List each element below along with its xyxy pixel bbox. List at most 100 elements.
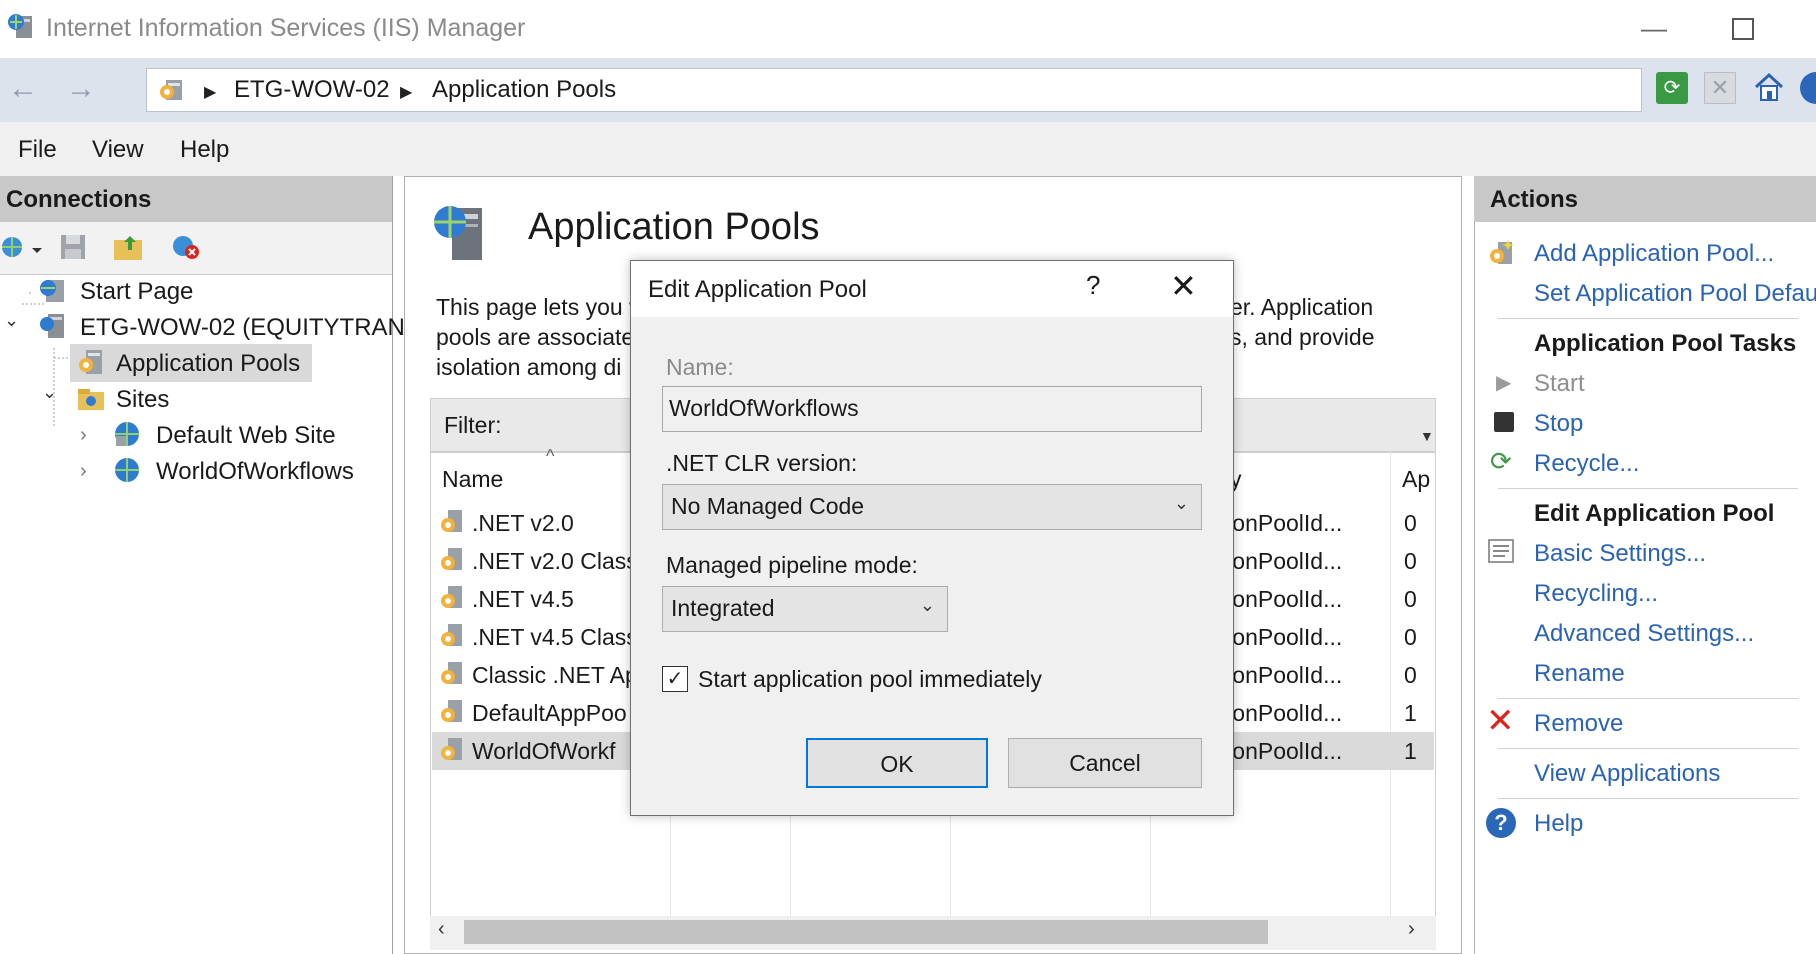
- ok-button[interactable]: OK: [806, 738, 988, 788]
- cell-pool-name: .NET v2.0: [472, 510, 574, 536]
- pipeline-mode-value: Integrated: [671, 595, 775, 621]
- website-icon: [115, 422, 139, 446]
- connect-globe-icon[interactable]: [0, 232, 44, 262]
- help-link[interactable]: Help: [1534, 810, 1583, 838]
- start-icon: ▶: [1496, 372, 1512, 394]
- refresh-icon[interactable]: ⟳: [1656, 72, 1688, 104]
- minimize-button[interactable]: —: [1634, 10, 1674, 46]
- forward-arrow-icon[interactable]: →: [66, 72, 96, 106]
- tree-item-server[interactable]: ETG-WOW-02 (EQUITYTRANS: [80, 314, 421, 342]
- recycle-link[interactable]: Recycle...: [1534, 450, 1639, 478]
- maximize-button[interactable]: [1722, 10, 1762, 46]
- breadcrumb-separator: ▶: [204, 84, 217, 101]
- actions-divider: [1498, 488, 1798, 489]
- dialog-help-button[interactable]: ?: [1086, 270, 1100, 301]
- menu-bar: [0, 122, 1816, 176]
- stop-link[interactable]: Stop: [1534, 410, 1583, 438]
- view-applications-link[interactable]: View Applications: [1534, 760, 1720, 788]
- recycling-link[interactable]: Recycling...: [1534, 580, 1658, 608]
- chevron-right-icon[interactable]: ›: [80, 424, 87, 447]
- basic-settings-icon: [1488, 539, 1514, 563]
- clr-version-value: No Managed Code: [671, 493, 865, 519]
- app-pools-icon: [79, 350, 102, 374]
- scrollbar-thumb[interactable]: [464, 920, 1268, 944]
- start-link[interactable]: Start: [1534, 370, 1585, 398]
- iis-app-icon: [8, 14, 32, 38]
- rename-link[interactable]: Rename: [1534, 660, 1625, 688]
- home-icon[interactable]: [1752, 70, 1786, 104]
- help-circle-icon: ?: [1486, 808, 1516, 838]
- server-icon: [40, 314, 64, 338]
- actions-title: Actions: [1490, 186, 1579, 213]
- column-header-name[interactable]: Name: [442, 466, 503, 493]
- tree-item-default-web-site[interactable]: Default Web Site: [156, 422, 336, 450]
- pool-name-field[interactable]: WorldOfWorkflows: [662, 386, 1202, 432]
- cell-pool-name: DefaultAppPoo: [472, 700, 627, 726]
- website-icon: [115, 458, 139, 482]
- remove-link[interactable]: Remove: [1534, 710, 1623, 738]
- start-immediately-checkbox[interactable]: ✓: [662, 666, 688, 692]
- actions-divider: [1498, 798, 1798, 799]
- scroll-right-icon[interactable]: ›: [1408, 918, 1415, 941]
- chevron-down-icon: ⌄: [919, 595, 935, 615]
- connections-title: Connections: [6, 186, 152, 213]
- cell-pool-name: .NET v2.0 Class: [472, 548, 638, 574]
- folder-up-icon[interactable]: [112, 232, 146, 262]
- window-title: Internet Information Services (IIS) Mana…: [46, 14, 526, 42]
- add-app-pool-icon: [1490, 240, 1514, 264]
- remove-x-icon: ✕: [1486, 702, 1515, 740]
- menu-help[interactable]: Help: [180, 136, 229, 164]
- filter-dropdown-icon[interactable]: ▼: [1420, 428, 1434, 444]
- page-title: Application Pools: [528, 206, 820, 248]
- tree-item-application-pools[interactable]: Application Pools: [116, 350, 300, 378]
- tree-item-start-page[interactable]: Start Page: [80, 278, 193, 306]
- app-pool-row-icon: [438, 508, 468, 536]
- cell-pool-name: .NET v4.5: [472, 586, 574, 612]
- pipeline-mode-select[interactable]: Integrated ⌄: [662, 586, 948, 632]
- edit-app-pool-dialog: [630, 260, 1234, 816]
- chevron-down-icon[interactable]: ⌄: [4, 310, 19, 331]
- back-arrow-icon[interactable]: ←: [8, 72, 38, 106]
- cell-applications: 0: [1404, 662, 1417, 688]
- dialog-title: Edit Application Pool: [648, 276, 867, 303]
- cell-applications: 1: [1404, 700, 1417, 726]
- dialog-close-button[interactable]: ✕: [1170, 270, 1197, 302]
- cell-pool-name: Classic .NET Ap: [472, 662, 638, 688]
- clr-version-select[interactable]: No Managed Code ⌄: [662, 484, 1202, 530]
- app-pool-row-icon: [438, 698, 468, 726]
- breadcrumb-app-pools[interactable]: Application Pools: [432, 76, 616, 104]
- actions-divider: [1498, 318, 1798, 319]
- filter-label: Filter:: [444, 412, 502, 438]
- basic-settings-link[interactable]: Basic Settings...: [1534, 540, 1706, 568]
- cell-applications: 0: [1404, 548, 1417, 574]
- chevron-down-icon: ⌄: [1173, 493, 1189, 513]
- start-immediately-label: Start application pool immediately: [698, 666, 1042, 692]
- menu-view[interactable]: View: [92, 136, 144, 164]
- edit-pool-heading: Edit Application Pool: [1534, 500, 1775, 527]
- set-pool-defaults-link[interactable]: Set Application Pool Defau: [1534, 280, 1816, 308]
- actions-divider: [1498, 698, 1798, 699]
- sort-ascending-icon: ^: [546, 446, 555, 466]
- app-pool-row-icon: [438, 584, 468, 612]
- cell-applications: 0: [1404, 510, 1417, 536]
- column-header-applications[interactable]: Ap: [1402, 466, 1430, 493]
- start-page-icon: [40, 280, 64, 302]
- cancel-button[interactable]: Cancel: [1008, 738, 1202, 788]
- cell-applications: 1: [1404, 738, 1417, 764]
- pipeline-mode-label: Managed pipeline mode:: [666, 552, 918, 578]
- tree-item-worldofworkflows[interactable]: WorldOfWorkflows: [156, 458, 354, 486]
- tree-item-sites[interactable]: Sites: [116, 386, 169, 414]
- disconnect-icon[interactable]: [170, 232, 202, 262]
- menu-file[interactable]: File: [18, 136, 57, 164]
- scroll-left-icon[interactable]: ‹: [438, 918, 445, 941]
- name-label: Name:: [666, 354, 734, 380]
- chevron-down-icon[interactable]: ⌄: [42, 382, 57, 403]
- chevron-right-icon[interactable]: ›: [80, 460, 87, 483]
- add-application-pool-link[interactable]: Add Application Pool...: [1534, 240, 1774, 268]
- breadcrumb-server[interactable]: ETG-WOW-02: [234, 76, 390, 104]
- save-icon[interactable]: [58, 232, 88, 262]
- advanced-settings-link[interactable]: Advanced Settings...: [1534, 620, 1754, 648]
- app-pool-row-icon: [438, 546, 468, 574]
- breadcrumb-separator: ▶: [400, 84, 413, 101]
- stop-loading-icon[interactable]: ✕: [1704, 72, 1736, 104]
